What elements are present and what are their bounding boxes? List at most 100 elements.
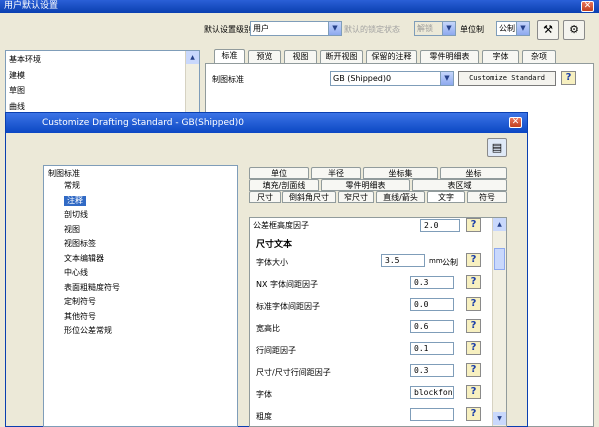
tree-item[interactable]: 文本编辑器: [64, 254, 104, 264]
tab-0[interactable]: 标准: [214, 49, 245, 64]
unit-select[interactable]: 公制 ▼: [496, 21, 530, 36]
unit-text: mm: [429, 257, 443, 265]
lock-select: 解锁 ▼: [414, 21, 456, 36]
unit-label: 单位制: [460, 25, 484, 34]
inner-title: Customize Drafting Standard - GB(Shipped…: [42, 118, 244, 128]
chevron-down-icon: ▼: [516, 22, 529, 35]
outer-close-icon[interactable]: ✕: [581, 1, 594, 12]
unit-option[interactable]: 公制: [442, 257, 458, 268]
subtab-tabs_row1-0[interactable]: 单位: [249, 167, 309, 179]
settings-icon[interactable]: ⚙: [563, 20, 585, 40]
tab-1[interactable]: 预览: [248, 50, 281, 63]
tree-item[interactable]: 草图: [9, 86, 25, 96]
level-select[interactable]: 用户 ▼: [250, 21, 342, 36]
row-field[interactable]: 0.3: [410, 276, 454, 289]
help-icon[interactable]: ?: [466, 275, 481, 289]
tab-3[interactable]: 断开视图: [320, 50, 363, 63]
tree-item[interactable]: 形位公差常规: [64, 326, 112, 336]
row-label: 尺寸/尺寸行间距因子: [256, 368, 331, 377]
outer-title-bar: 用户默认设置: [0, 0, 599, 13]
chevron-down-icon: ▼: [442, 22, 455, 35]
row-label: 行间距因子: [256, 346, 296, 355]
row-field[interactable]: 0.3: [410, 364, 454, 377]
scroll-down-icon[interactable]: ▼: [493, 412, 506, 425]
top-row-label: 公差框高度因子: [253, 221, 309, 230]
tab-5[interactable]: 零件明细表: [420, 50, 479, 63]
drafting-standard-value: GB (Shipped)0: [333, 74, 392, 83]
tree-item[interactable]: 建模: [9, 71, 25, 81]
drafting-standard-label: 制图标准: [212, 75, 244, 84]
help-icon[interactable]: ?: [466, 385, 481, 399]
row-label: 字体: [256, 390, 272, 399]
help-icon[interactable]: ?: [466, 341, 481, 355]
top-row-field[interactable]: 2.0: [420, 219, 460, 232]
tree-item[interactable]: 基本环境: [9, 55, 41, 65]
subtab-tabs_row1-1[interactable]: 半径: [311, 167, 361, 179]
customize-standard-button[interactable]: Customize Standard: [458, 71, 556, 86]
tab-7[interactable]: 杂项: [522, 50, 556, 63]
help-icon[interactable]: ?: [466, 218, 481, 232]
chevron-down-icon: ▼: [440, 72, 453, 85]
scroll-thumb[interactable]: [494, 248, 505, 270]
row-label: 粗度: [256, 412, 272, 421]
row-field[interactable]: 0.1: [410, 342, 454, 355]
row-field[interactable]: [410, 408, 454, 421]
tab-6[interactable]: 字体: [482, 50, 519, 63]
row-label: NX 字体间距因子: [256, 280, 319, 289]
panel-scrollbar[interactable]: ▲ ▼: [492, 218, 506, 426]
chevron-down-icon: ▼: [328, 22, 341, 35]
subtab-tabs_row2-2[interactable]: 表区域: [412, 179, 507, 191]
row-label: 字体大小: [256, 258, 288, 267]
section-title: 尺寸文本: [256, 240, 293, 250]
subtab-tabs_row3-1[interactable]: 倒斜角尺寸: [282, 191, 336, 203]
row-label: 宽高比: [256, 324, 280, 333]
subtab-tabs_row1-3[interactable]: 坐标: [440, 167, 507, 179]
wrench-icon[interactable]: ⚒: [537, 20, 559, 40]
tree-item[interactable]: 剖切线: [64, 210, 88, 220]
subtab-tabs_row3-2[interactable]: 窄尺寸: [338, 191, 374, 203]
customize-dialog: Customize Drafting Standard - GB(Shipped…: [5, 112, 528, 427]
subtab-tabs_row3-0[interactable]: 尺寸: [249, 191, 281, 203]
subtab-tabs_row3-4[interactable]: 文字: [427, 191, 465, 203]
help-icon[interactable]: ?: [466, 319, 481, 333]
unit-value: 公制: [499, 24, 515, 33]
help-icon[interactable]: ?: [466, 253, 481, 267]
tab-4[interactable]: 保留的注释: [366, 50, 417, 63]
standard-tree[interactable]: 制图标准 常规注释剖切线视图视图标签文本编辑器中心线表面粗糙度符号 定制符号其他符…: [43, 165, 238, 427]
tree-item[interactable]: 视图标签: [64, 239, 96, 249]
tree-root-label: 制图标准: [48, 169, 80, 178]
outer-title: 用户默认设置: [4, 1, 59, 11]
tree-item[interactable]: 常规: [64, 181, 80, 191]
row-field[interactable]: 0.0: [410, 298, 454, 311]
subtab-tabs_row2-1[interactable]: 零件明细表: [321, 179, 410, 191]
help-icon[interactable]: ?: [466, 297, 481, 311]
inner-close-icon[interactable]: ✕: [509, 117, 522, 128]
help-icon[interactable]: ?: [466, 407, 481, 421]
scroll-up-icon[interactable]: ▲: [186, 51, 199, 64]
tree-item[interactable]: 表面粗糙度符号: [64, 283, 120, 293]
tree-item[interactable]: 视图: [64, 225, 80, 235]
inner-title-bar: Customize Drafting Standard - GB(Shipped…: [6, 113, 527, 133]
level-label: 默认设置级别: [204, 25, 252, 34]
help-icon[interactable]: ?: [561, 71, 576, 85]
tree-item[interactable]: 定制符号: [64, 297, 96, 307]
help-icon[interactable]: ?: [466, 363, 481, 377]
info-panel-icon[interactable]: ▤: [487, 138, 507, 157]
subtab-tabs_row1-2[interactable]: 坐标集: [363, 167, 438, 179]
level-value: 用户: [253, 24, 269, 33]
drafting-standard-select[interactable]: GB (Shipped)0 ▼: [330, 71, 454, 86]
row-field[interactable]: 3.5: [381, 254, 425, 267]
lock-label: 默认的锁定状态: [344, 25, 400, 34]
tab-2[interactable]: 视图: [284, 50, 317, 63]
row-field[interactable]: 0.6: [410, 320, 454, 333]
tree-item[interactable]: 注释: [64, 195, 86, 206]
tree-item[interactable]: 曲线: [9, 102, 25, 112]
subtab-tabs_row2-0[interactable]: 填充/剖面线: [249, 179, 319, 191]
scroll-up-icon[interactable]: ▲: [493, 218, 506, 231]
tree-item[interactable]: 其他符号: [64, 312, 96, 322]
tree-item[interactable]: 中心线: [64, 268, 88, 278]
row-field[interactable]: blockfon: [410, 386, 454, 399]
subtab-tabs_row3-3[interactable]: 直线/箭头: [376, 191, 425, 203]
subtab-tabs_row3-5[interactable]: 符号: [467, 191, 507, 203]
lock-value: 解锁: [417, 24, 433, 33]
